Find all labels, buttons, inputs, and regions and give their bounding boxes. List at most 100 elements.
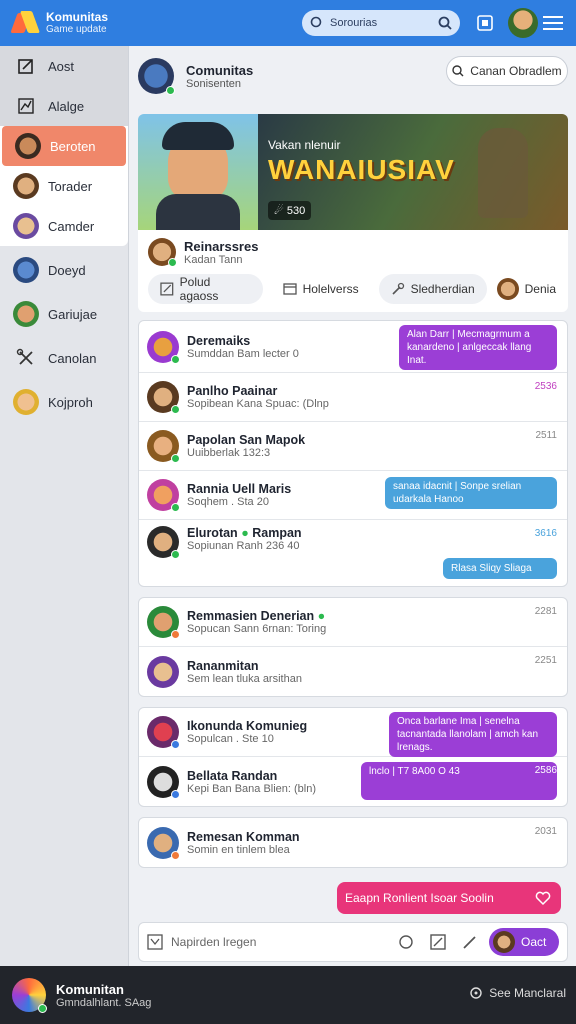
list-item[interactable]: Deremaiks Sumddan Bam lecter 0 Alan Darr… [139,321,567,373]
pen-icon[interactable] [461,933,479,951]
sidebar: Aost Alalge Beroten Torader Camder Doeyd… [0,46,129,966]
community-header: Comunitas Sonisenten Canan Obradlem [138,46,568,106]
footer-sub: Gmndalhlant. SAag [56,996,152,1009]
sidebar-item-torader[interactable]: Torader [0,166,128,206]
send-label: Oact [521,935,547,949]
verified-icon: ● [317,609,326,623]
composer: Oact [138,922,568,962]
chat-avatar [147,826,180,860]
chat-message: Sopiunan Ranh 236 40 [187,540,300,552]
search-box[interactable] [302,10,460,36]
chat-time: 2511 [535,430,557,441]
hero-avatar-icon [12,172,40,200]
community-logo[interactable] [12,978,47,1013]
reply-label: Rlasa Sliqy Sliaga [451,563,532,574]
banner-small-title: Vakan nlenuir [268,138,341,152]
chat-reply-button[interactable]: Rlasa Sliqy Sliaga [443,558,557,579]
list-item[interactable]: Rananmitan Sem lean tluka arsithan 2251 [139,647,567,696]
attach-icon[interactable] [397,933,415,951]
featured-post: Reinarssres Kadan Tann Polud agaoss Hole… [138,230,568,312]
list-item[interactable]: Ikonunda Komunieg Sopulcan . Ste 10 Onca … [139,708,567,757]
list-item[interactable]: Elurotan ● Rampan Sopiunan Ranh 236 40 36… [139,520,567,586]
chat-list-group-1: Deremaiks Sumddan Bam lecter 0 Alan Darr… [138,320,568,587]
sidebar-active-group: Beroten Torader Camder [0,126,128,246]
chat-time: 2536 [534,381,557,392]
sidebar-item-label: Aost [48,58,75,74]
user-avatar[interactable] [508,8,538,38]
action-label: Sledherdian [410,282,475,296]
chat-avatar [147,765,180,799]
action-label: Denia [524,282,556,296]
list-item[interactable]: Remesan Komman Somin en tinlem blea 2031 [139,818,567,867]
sidebar-item-label: Alalge [48,98,85,114]
game-banner[interactable]: Vakan nlenuir WANAIUSIAV ☄ 530 [138,114,568,230]
list-item[interactable]: Rannia Uell Maris Soqhem . Sta 20 sanaa i… [139,471,567,520]
image-icon[interactable] [147,934,163,950]
post-subtitle: Kadan Tann [184,253,243,266]
app-title: Komunitas [46,9,109,24]
edit-icon [12,52,40,80]
list-item[interactable]: Panlho Paainar Sopibean Kana Spuac: (Dlnp… [139,373,567,422]
chat-time: 2281 [534,606,557,617]
chat-name-2: Rampan [252,526,302,540]
blue-avatar-icon [12,256,40,284]
chat-name: Rananmitan [187,658,259,673]
sidebar-item-gariujae[interactable]: Gariujae [0,294,128,334]
edit-icon[interactable] [429,933,447,951]
sidebar-item-kojproh[interactable]: Kojproh [0,382,128,422]
search-icon[interactable] [438,16,452,30]
chat-name: Remmasien Denerian [187,609,315,623]
top-bar: Komunitas Game update [0,0,576,46]
sidebar-item-alalge[interactable]: Alalge [0,86,128,126]
chat-bubble: Onca barlane Ima | senelna tacnantada ll… [389,712,557,757]
sidebar-item-doeyd[interactable]: Doeyd [0,250,128,290]
action-avatar [496,278,519,300]
post-avatar [148,238,177,267]
app-logo[interactable] [10,9,41,37]
action-button-1[interactable]: Polud agaoss [148,274,263,304]
chat-message: Somin en tinlem blea [187,843,290,856]
edit-icon [160,282,174,296]
search-icon [452,65,464,77]
app-subtitle: Game update [46,24,107,36]
chat-list-group-2: Remmasien Denerian ● Sopucan Sann 6rnan: … [138,597,568,697]
cta-button[interactable]: Eaapn Ronlient Isoar Soolin [337,882,561,914]
sidebar-item-aost[interactable]: Aost [0,46,128,86]
chat-name: Papolan San Mapok [187,433,306,447]
chat-list-group-3: Ikonunda Komunieg Sopulcan . Ste 10 Onca … [138,707,568,807]
chat-time: 2251 [534,655,557,666]
sidebar-item-canolan[interactable]: Canolan [0,338,128,378]
search-prefix-icon [310,16,322,28]
banner-art: Vakan nlenuir WANAIUSIAV ☄ 530 [258,114,568,230]
see-more-label: See Manclaral [489,986,566,1000]
sidebar-item-label: Beroten [50,138,96,154]
see-more-button[interactable]: See Manclaral [469,986,566,1000]
message-input[interactable] [171,935,397,949]
chat-time: 2586 [534,765,557,776]
sidebar-item-label: Gariujae [48,306,98,322]
chat-avatar [147,330,180,364]
action-button-2[interactable]: Holelverss [271,274,371,304]
list-item[interactable]: Papolan San Mapok Uuibberlak 132:3 2511 [139,422,567,471]
action-button-4[interactable]: Denia [495,274,558,304]
send-avatar [493,931,515,953]
window-icon[interactable] [474,12,496,34]
action-button-3[interactable]: Sledherdian [378,274,487,304]
search-input[interactable] [330,17,430,29]
chat-message: Sem lean tluka arsithan [187,672,302,685]
find-button-label: Canan Obradlem [470,64,562,78]
list-item[interactable]: Bellata Randan Kepi Ban Bana Blien: (bln)… [139,757,567,806]
sidebar-item-beroten[interactable]: Beroten [2,126,126,166]
list-item[interactable]: Remmasien Denerian ● Sopucan Sann 6rnan: … [139,598,567,647]
send-button[interactable]: Oact [489,928,559,956]
sidebar-item-camder[interactable]: Camder [0,206,128,246]
menu-icon[interactable] [542,12,564,34]
post-title: Reinarssres [184,238,259,254]
community-avatar [138,58,175,95]
chat-bubble: sanaa idacnit | Sonpe srelian udarkala H… [385,477,557,509]
sidebar-item-label: Kojproh [48,394,93,410]
find-button[interactable]: Canan Obradlem [446,56,568,86]
chat-name: Panlho Paainar [187,384,278,398]
page-subtitle: Sonisenten [186,77,242,90]
chat-message: Sopucan Sann 6rnan: Toring [187,623,327,635]
